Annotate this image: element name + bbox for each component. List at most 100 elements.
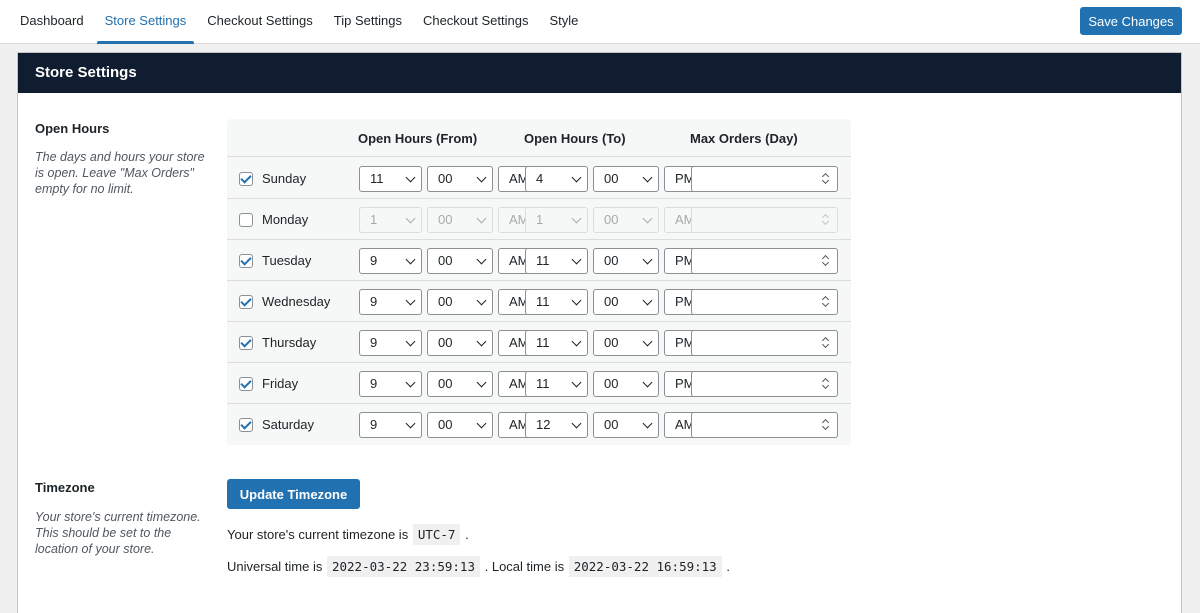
- friday-from-minute-select[interactable]: 00: [427, 371, 493, 397]
- saturday-to-hour-select[interactable]: 12: [525, 412, 588, 438]
- chevron-down-icon: [476, 295, 487, 306]
- stepper-icon[interactable]: [822, 378, 830, 390]
- thursday-to-minute-select[interactable]: 00: [593, 330, 659, 356]
- tuesday-max-orders-input[interactable]: [691, 248, 838, 274]
- chevron-down-icon: [476, 336, 487, 347]
- monday-to-hour-select[interactable]: 1: [525, 207, 588, 233]
- monday-max-orders-input[interactable]: [691, 207, 838, 233]
- saturday-open-checkbox[interactable]: [239, 418, 253, 432]
- stepper-icon[interactable]: [822, 173, 830, 185]
- tab-checkout-settings-2[interactable]: Checkout Settings: [415, 0, 537, 44]
- chevron-down-icon: [571, 377, 582, 388]
- saturday-to-minute-select[interactable]: 00: [593, 412, 659, 438]
- hours-row-thursday: Thursday 9 00 AM 11 00 PM: [227, 322, 851, 363]
- chevron-down-icon: [571, 336, 582, 347]
- hours-row-saturday: Saturday 9 00 AM 12 00 AM: [227, 404, 851, 445]
- friday-to-hour-select[interactable]: 11: [525, 371, 588, 397]
- sunday-from-hour-select[interactable]: 11: [359, 166, 422, 192]
- settings-tabs: Dashboard Store Settings Checkout Settin…: [12, 0, 591, 44]
- friday-label: Friday: [262, 376, 299, 391]
- open-hours-description: The days and hours your store is open. L…: [35, 150, 205, 196]
- update-timezone-button[interactable]: Update Timezone: [227, 479, 360, 509]
- friday-to-minute-select[interactable]: 00: [593, 371, 659, 397]
- store-settings-panel: Store Settings Open Hours The days and h…: [17, 52, 1182, 613]
- chevron-down-icon: [642, 295, 653, 306]
- hours-row-friday: Friday 9 00 AM 11 00 PM: [227, 363, 851, 404]
- saturday-from-hour-select[interactable]: 9: [359, 412, 422, 438]
- chevron-down-icon: [405, 377, 416, 388]
- timezone-description: Your store's current timezone. This shou…: [35, 510, 201, 556]
- saturday-from-minute-select-value: 00: [438, 417, 453, 432]
- open-hours-label: Open Hours: [35, 121, 110, 136]
- chevron-down-icon: [476, 418, 487, 429]
- monday-to-hour-select-value: 1: [536, 212, 544, 227]
- tab-tip-settings[interactable]: Tip Settings: [326, 0, 410, 44]
- sunday-max-orders-input[interactable]: [691, 166, 838, 192]
- sunday-open-checkbox[interactable]: [239, 172, 253, 186]
- tab-dashboard[interactable]: Dashboard: [12, 0, 92, 44]
- wednesday-from-minute-select[interactable]: 00: [427, 289, 493, 315]
- thursday-to-hour-select[interactable]: 11: [525, 330, 588, 356]
- stepper-icon[interactable]: [822, 255, 830, 267]
- wednesday-to-hour-select-value: 11: [536, 294, 550, 309]
- sunday-from-hour-select-value: 11: [370, 171, 384, 186]
- thursday-from-minute-select[interactable]: 00: [427, 330, 493, 356]
- tab-style[interactable]: Style: [541, 0, 586, 44]
- stepper-icon[interactable]: [822, 296, 830, 308]
- thursday-max-orders-input[interactable]: [691, 330, 838, 356]
- thursday-from-hour-select[interactable]: 9: [359, 330, 422, 356]
- saturday-to-minute-select-value: 00: [604, 417, 619, 432]
- save-changes-button[interactable]: Save Changes: [1080, 7, 1182, 35]
- tuesday-to-minute-select[interactable]: 00: [593, 248, 659, 274]
- timezone-label: Timezone: [35, 480, 95, 495]
- wednesday-from-minute-select-value: 00: [438, 294, 453, 309]
- chevron-down-icon: [405, 418, 416, 429]
- thursday-open-checkbox[interactable]: [239, 336, 253, 350]
- chevron-down-icon: [405, 295, 416, 306]
- thursday-from-minute-select-value: 00: [438, 335, 453, 350]
- chevron-down-icon: [476, 213, 487, 224]
- sunday-to-hour-select[interactable]: 4: [525, 166, 588, 192]
- chevron-down-icon: [476, 172, 487, 183]
- sunday-from-minute-select[interactable]: 00: [427, 166, 493, 192]
- tuesday-from-minute-select[interactable]: 00: [427, 248, 493, 274]
- monday-from-minute-select-value: 00: [438, 212, 453, 227]
- hours-row-monday: Monday 1 00 AM 1 00 AM: [227, 199, 851, 240]
- monday-to-minute-select[interactable]: 00: [593, 207, 659, 233]
- friday-from-hour-select[interactable]: 9: [359, 371, 422, 397]
- monday-to-minute-select-value: 00: [604, 212, 619, 227]
- friday-to-hour-select-value: 11: [536, 376, 550, 391]
- time-info-line: Universal time is 2022-03-22 23:59:13 . …: [227, 556, 730, 577]
- tuesday-to-hour-select[interactable]: 11: [525, 248, 588, 274]
- friday-from-minute-select-value: 00: [438, 376, 453, 391]
- tab-checkout-settings[interactable]: Checkout Settings: [199, 0, 321, 44]
- saturday-from-minute-select[interactable]: 00: [427, 412, 493, 438]
- sunday-to-minute-select[interactable]: 00: [593, 166, 659, 192]
- tuesday-from-minute-select-value: 00: [438, 253, 453, 268]
- panel-title: Store Settings: [18, 53, 1181, 93]
- tuesday-from-hour-select[interactable]: 9: [359, 248, 422, 274]
- saturday-to-hour-select-value: 12: [536, 417, 551, 432]
- tuesday-to-hour-select-value: 11: [536, 253, 550, 268]
- wednesday-from-hour-select[interactable]: 9: [359, 289, 422, 315]
- saturday-max-orders-input[interactable]: [691, 412, 838, 438]
- monday-open-checkbox[interactable]: [239, 213, 253, 227]
- chevron-down-icon: [571, 254, 582, 265]
- monday-from-hour-select[interactable]: 1: [359, 207, 422, 233]
- wednesday-to-hour-select[interactable]: 11: [525, 289, 588, 315]
- tab-store-settings[interactable]: Store Settings: [96, 0, 195, 44]
- thursday-to-hour-select-value: 11: [536, 335, 550, 350]
- tuesday-label: Tuesday: [262, 253, 312, 268]
- friday-open-checkbox[interactable]: [239, 377, 253, 391]
- tuesday-open-checkbox[interactable]: [239, 254, 253, 268]
- wednesday-to-minute-select[interactable]: 00: [593, 289, 659, 315]
- wednesday-max-orders-input[interactable]: [691, 289, 838, 315]
- stepper-icon[interactable]: [822, 214, 830, 226]
- saturday-from-hour-select-value: 9: [370, 417, 378, 432]
- friday-max-orders-input[interactable]: [691, 371, 838, 397]
- stepper-icon[interactable]: [822, 419, 830, 431]
- top-nav-bar: Dashboard Store Settings Checkout Settin…: [0, 0, 1200, 44]
- stepper-icon[interactable]: [822, 337, 830, 349]
- wednesday-open-checkbox[interactable]: [239, 295, 253, 309]
- monday-from-minute-select[interactable]: 00: [427, 207, 493, 233]
